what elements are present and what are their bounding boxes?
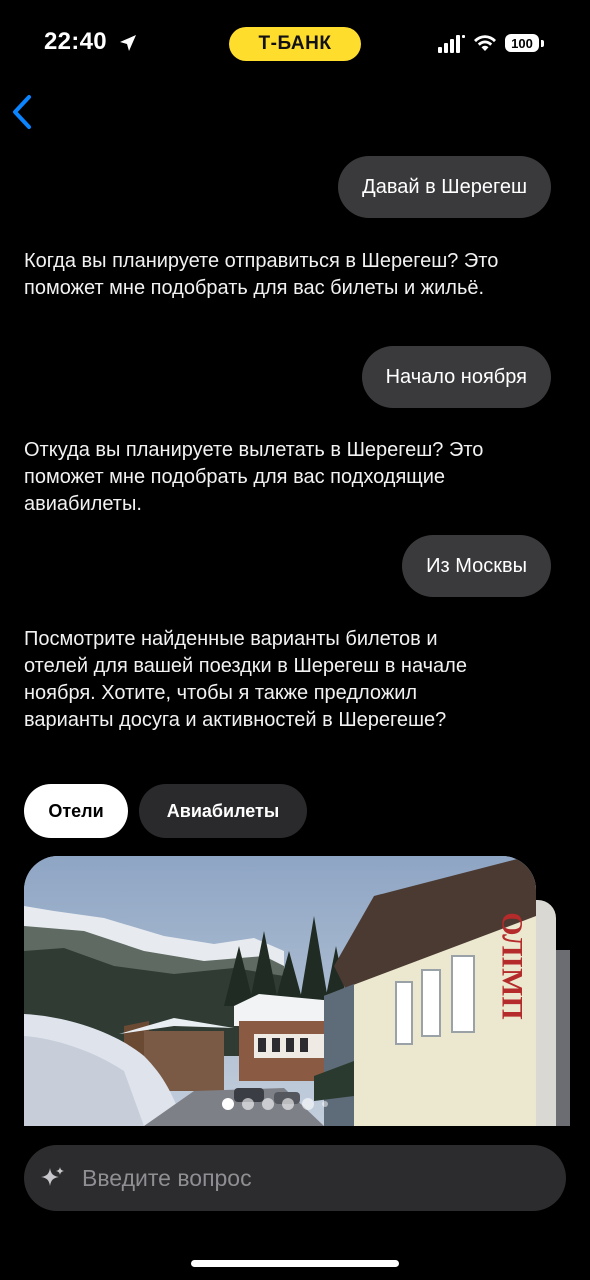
user-message: Давай в Шерегеш [338,156,551,218]
carousel-dot[interactable] [242,1098,254,1110]
tab-hotels[interactable]: Отели [24,784,128,838]
battery-icon: 100 [505,34,539,52]
location-arrow-icon [120,35,136,51]
sparkle-icon [41,1167,64,1186]
wifi-icon [474,35,496,51]
signal-icon [438,35,465,53]
carousel-pagination[interactable] [222,1098,328,1110]
tab-flights[interactable]: Авиабилеты [139,784,307,838]
carousel-dot[interactable] [222,1098,234,1110]
carousel-dot[interactable] [262,1098,274,1110]
brand-badge[interactable]: Т-БАНК [229,27,361,61]
user-message: Из Москвы [402,535,551,597]
hotel-photo: ОЛІМП [24,856,536,1126]
assistant-message: Откуда вы планируете вылетать в Шерегеш?… [24,439,484,515]
carousel-dot[interactable] [322,1101,328,1107]
assistant-message: Посмотрите найденные варианты билетов и … [24,628,467,731]
question-input-bar[interactable] [24,1145,566,1211]
hotel-sign: ОЛІМП [496,912,529,1020]
carousel-dot[interactable] [282,1098,294,1110]
next-card-peek[interactable] [534,900,556,1126]
next-card-edge [556,950,570,1126]
status-time: 22:40 [44,28,107,55]
user-message: Начало ноября [361,346,551,408]
hotel-card-photo[interactable]: ОЛІМП [24,856,536,1126]
chevron-left-icon[interactable] [10,94,34,130]
home-indicator[interactable] [191,1260,399,1267]
question-input[interactable] [80,1163,524,1193]
assistant-message: Когда вы планируете отправиться в Шереге… [24,250,499,299]
carousel-dot[interactable] [302,1098,314,1110]
battery-tip [541,40,544,47]
